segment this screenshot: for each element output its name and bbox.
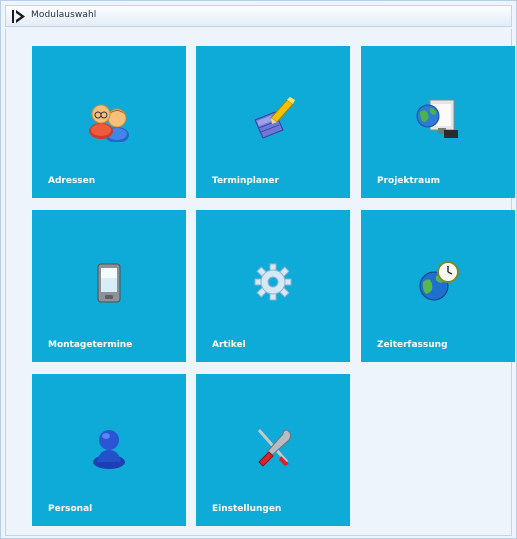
- module-selection-window: Modulauswahl Adressen Terminplaner Proje…: [0, 0, 517, 539]
- tile-terminplaner[interactable]: Terminplaner: [196, 46, 350, 198]
- tile-label: Montagetermine: [48, 340, 133, 350]
- tile-montagetermine[interactable]: Montagetermine: [32, 210, 186, 362]
- tile-projektraum[interactable]: Projektraum: [361, 46, 515, 198]
- tile-zeiterfassung[interactable]: Zeiterfassung: [361, 210, 515, 362]
- project-room-icon: [416, 99, 458, 138]
- window-title: Modulauswahl: [31, 10, 97, 20]
- module-selection-icon: [12, 10, 25, 23]
- person-icon: [93, 430, 125, 469]
- mobile-device-icon: [97, 263, 121, 303]
- tile-label: Zeiterfassung: [377, 340, 448, 350]
- tile-personal[interactable]: Personal: [32, 374, 186, 526]
- tile-label: Projektraum: [377, 176, 440, 186]
- tile-label: Terminplaner: [212, 176, 279, 186]
- tile-label: Adressen: [48, 176, 96, 186]
- tile-artikel[interactable]: Artikel: [196, 210, 350, 362]
- window-titlebar: Modulauswahl: [5, 5, 512, 27]
- module-grid: Adressen Terminplaner Projektraum Montag…: [5, 29, 515, 536]
- tile-label: Personal: [48, 504, 93, 514]
- planner-icon: [254, 97, 295, 139]
- tile-einstellungen[interactable]: Einstellungen: [196, 374, 350, 526]
- tile-label: Artikel: [212, 340, 246, 350]
- tile-label: Einstellungen: [212, 504, 282, 514]
- tools-icon: [257, 429, 292, 467]
- globe-clock-icon: [419, 261, 459, 301]
- gear-icon: [254, 263, 292, 301]
- tile-adressen[interactable]: Adressen: [32, 46, 186, 198]
- contacts-icon: [89, 104, 129, 142]
